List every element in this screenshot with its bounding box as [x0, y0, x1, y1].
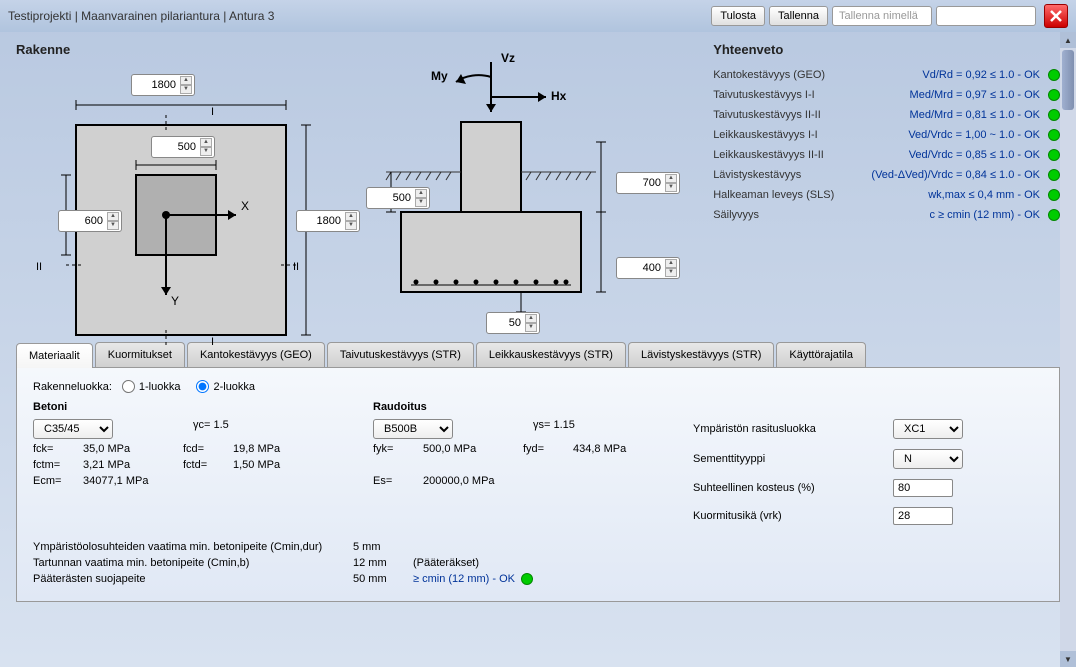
- column-height-input[interactable]: ▲▼: [58, 210, 122, 232]
- save-button[interactable]: Tallenna: [769, 6, 828, 26]
- summary-panel: Yhteenveto Kantokestävyys (GEO)Vd/Rd = 0…: [713, 42, 1060, 332]
- close-icon: [1049, 9, 1063, 23]
- load-age-input[interactable]: [893, 507, 953, 525]
- summary-row: Halkeaman leveys (SLS)wk,max ≤ 0,4 mm - …: [713, 185, 1060, 205]
- status-ok-icon: [1048, 129, 1060, 141]
- svg-text:I: I: [211, 336, 214, 345]
- plan-diagram: Rakenne X Y I I II II: [16, 42, 336, 332]
- scroll-down-icon[interactable]: ▼: [1060, 651, 1076, 667]
- embed-depth-input[interactable]: ▲▼: [366, 187, 430, 209]
- svg-text:II: II: [36, 261, 42, 273]
- svg-text:My: My: [431, 69, 448, 83]
- cement-label: Sementtityyppi: [693, 453, 893, 465]
- summary-row: Kantokestävyys (GEO)Vd/Rd = 0,92 ≤ 1.0 -…: [713, 65, 1060, 85]
- svg-text:Y: Y: [171, 294, 179, 308]
- cover-label: Pääterästen suojapeite: [33, 573, 353, 585]
- summary-row: Leikkauskestävyys II-IIVed/Vrdc = 0,85 ≤…: [713, 145, 1060, 165]
- section-diagram: Vz Hx My ▲▼ ▲▼ ▲▼ ▲▼: [356, 42, 693, 332]
- tab-kayttorajatila[interactable]: Käyttörajatila: [776, 342, 866, 367]
- print-button[interactable]: Tulosta: [711, 6, 765, 26]
- scrollbar-thumb[interactable]: [1062, 50, 1074, 110]
- tab-taivutuskestavyys[interactable]: Taivutuskestävyys (STR): [327, 342, 474, 367]
- cmin-b-label: Tartunnan vaatima min. betonipeite (Cmin…: [33, 557, 353, 569]
- humidity-label: Suhteellinen kosteus (%): [693, 482, 893, 494]
- rakenne-title: Rakenne: [16, 42, 336, 57]
- plan-height-input[interactable]: ▲▼: [296, 210, 360, 232]
- breadcrumb: Testiprojekti | Maanvarainen pilariantur…: [8, 9, 707, 23]
- vertical-scrollbar[interactable]: ▲ ▼: [1060, 32, 1076, 667]
- tab-content-materiaalit: Rakenneluokka: 1-luokka 2-luokka Betoni …: [16, 368, 1060, 602]
- column-width-input[interactable]: ▲▼: [151, 136, 215, 158]
- summary-row: Säilyvyysc ≥ cmin (12 mm) - OK: [713, 205, 1060, 225]
- summary-row: Lävistyskestävyys(Ved-ΔVed)/Vrdc = 0,84 …: [713, 165, 1060, 185]
- svg-text:I: I: [211, 106, 214, 118]
- summary-title: Yhteenveto: [713, 42, 1060, 57]
- status-ok-icon: [1048, 149, 1060, 161]
- status-ok-icon: [1048, 109, 1060, 121]
- status-ok-icon: [1048, 169, 1060, 181]
- svg-text:II: II: [293, 261, 299, 273]
- raudoitus-title: Raudoitus: [373, 401, 673, 413]
- humidity-input[interactable]: [893, 479, 953, 497]
- scroll-up-icon[interactable]: ▲: [1060, 32, 1076, 48]
- radio-2-luokka[interactable]: 2-luokka: [196, 380, 255, 393]
- betoni-title: Betoni: [33, 401, 353, 413]
- status-ok-icon: [1048, 89, 1060, 101]
- rakenneluokka-label: Rakenneluokka:: [33, 381, 112, 393]
- svg-text:Hx: Hx: [551, 89, 567, 103]
- total-height-input[interactable]: ▲▼: [616, 172, 680, 194]
- concrete-grade-select[interactable]: C35/45: [33, 419, 113, 439]
- radio-1-luokka[interactable]: 1-luokka: [122, 380, 181, 393]
- status-ok-icon: [1048, 189, 1060, 201]
- status-ok-icon: [1048, 69, 1060, 81]
- svg-text:X: X: [241, 199, 249, 213]
- env-class-select[interactable]: XC1: [893, 419, 963, 439]
- env-class-label: Ympäristön rasitusluokka: [693, 423, 893, 435]
- close-button[interactable]: [1044, 4, 1068, 28]
- tab-lavistyskestavyys[interactable]: Lävistyskestävyys (STR): [628, 342, 774, 367]
- base-height-input[interactable]: ▲▼: [616, 257, 680, 279]
- status-ok-icon: [521, 573, 533, 585]
- summary-row: Leikkauskestävyys I-IVed/Vrdc = 1,00 ~ 1…: [713, 125, 1060, 145]
- cmin-dur-label: Ympäristöolosuhteiden vaatima min. beton…: [33, 541, 353, 553]
- cement-select[interactable]: N: [893, 449, 963, 469]
- status-ok-icon: [1048, 209, 1060, 221]
- summary-row: Taivutuskestävyys I-IMed/Mrd = 0,97 ≤ 1.…: [713, 85, 1060, 105]
- summary-row: Taivutuskestävyys II-IIMed/Mrd = 0,81 ≤ …: [713, 105, 1060, 125]
- plan-width-input[interactable]: ▲▼: [131, 74, 195, 96]
- saveas-extra-input[interactable]: [936, 6, 1036, 26]
- tab-materiaalit[interactable]: Materiaalit: [16, 343, 93, 368]
- load-age-label: Kuormitusikä (vrk): [693, 510, 893, 522]
- steel-grade-select[interactable]: B500B: [373, 419, 453, 439]
- saveas-name-input[interactable]: [832, 6, 932, 26]
- tab-leikkauskestavyys[interactable]: Leikkauskestävyys (STR): [476, 342, 626, 367]
- rebar-cover-input[interactable]: ▲▼: [486, 312, 540, 334]
- svg-text:Vz: Vz: [501, 51, 515, 65]
